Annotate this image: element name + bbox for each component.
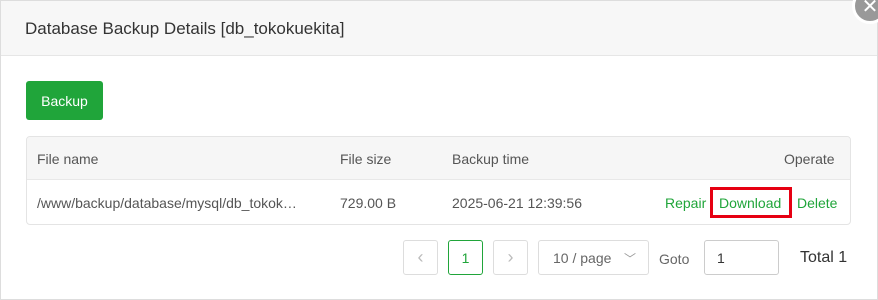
goto-input[interactable] <box>704 240 779 275</box>
header-backup-time: Backup time <box>452 151 530 167</box>
header-file-name: File name <box>37 151 99 167</box>
cell-file-size: 729.00 B <box>340 195 397 211</box>
cell-file-name: /www/backup/database/mysql/db_tokok… <box>37 195 297 211</box>
dialog-header: Database Backup Details [db_tokokuekita] <box>1 1 877 56</box>
page-1-button[interactable]: 1 <box>448 240 483 275</box>
next-page-button[interactable]: › <box>493 240 528 275</box>
chevron-down-icon: ﹀ <box>623 252 636 266</box>
download-link-highlight[interactable]: Download <box>710 187 792 218</box>
goto-label: Goto <box>659 251 690 267</box>
chevron-right-icon: › <box>507 247 514 267</box>
page-size-value: 10 / page <box>553 249 612 266</box>
repair-link[interactable]: Repair <box>665 195 706 211</box>
backup-button[interactable]: Backup <box>26 81 103 120</box>
close-icon: ✕ <box>861 0 878 18</box>
table-row: /www/backup/database/mysql/db_tokok… 729… <box>27 180 850 224</box>
header-file-size: File size <box>340 151 392 167</box>
header-operate: Operate <box>784 151 835 167</box>
delete-link[interactable]: Delete <box>797 195 837 211</box>
page-size-select[interactable]: 10 / page ﹀ <box>538 240 649 275</box>
download-link[interactable]: Download <box>719 195 781 211</box>
dialog-title: Database Backup Details [db_tokokuekita] <box>25 19 345 38</box>
backup-details-dialog: Database Backup Details [db_tokokuekita]… <box>0 0 878 300</box>
backup-table: File name File size Backup time Operate … <box>26 136 851 225</box>
cell-backup-time: 2025-06-21 12:39:56 <box>452 195 582 211</box>
prev-page-button[interactable]: ‹ <box>403 240 438 275</box>
total-count: Total 1 <box>800 249 848 266</box>
table-header: File name File size Backup time Operate <box>27 137 850 180</box>
chevron-left-icon: ‹ <box>417 247 424 267</box>
